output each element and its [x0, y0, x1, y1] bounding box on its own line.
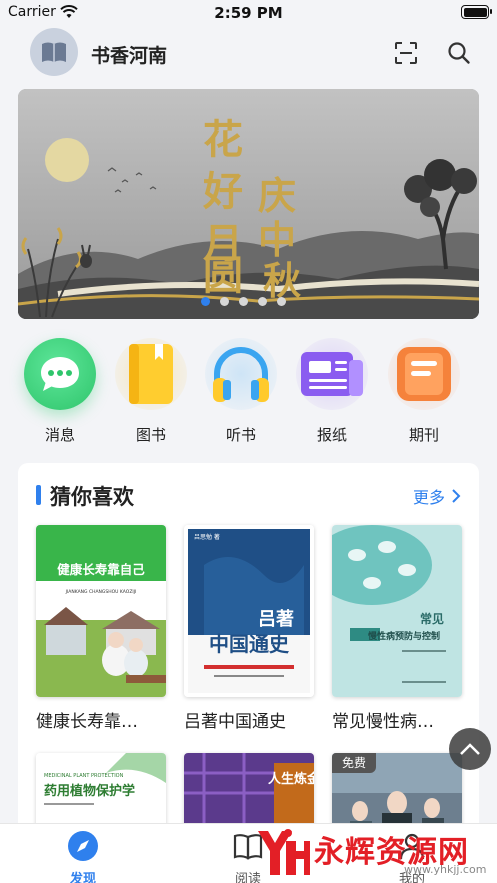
mid-autumn-banner-image: 花 好 月 圆 庆 中 秋	[18, 89, 479, 319]
book-title: 常见慢性病…	[332, 712, 434, 732]
book-title: 吕著中国通史	[184, 712, 286, 732]
banner-dot[interactable]	[201, 297, 210, 306]
category-label: 期刊	[408, 426, 439, 444]
book-icon	[129, 344, 173, 404]
chevron-right-icon	[452, 489, 461, 503]
scan-icon[interactable]	[394, 41, 418, 65]
recommend-section: 猜你喜欢 更多 健康长寿靠自己 JIANKANG CHANGSHOU KAOZI…	[18, 463, 479, 883]
newspaper-icon	[301, 352, 363, 396]
category-audiobooks[interactable]: 听书	[196, 330, 286, 445]
banner-carousel[interactable]: 花 好 月 圆 庆 中 秋	[18, 89, 479, 319]
banner-text-1: 花	[203, 116, 243, 163]
category-label: 听书	[225, 426, 256, 444]
banner-dot[interactable]	[258, 297, 267, 306]
category-label: 图书	[135, 426, 166, 444]
chevron-up-icon	[460, 743, 480, 755]
app-title: 书香河南	[91, 45, 168, 67]
more-label: 更多	[412, 488, 445, 507]
cover-title: 健康长寿靠自己	[57, 562, 145, 577]
book-cover[interactable]: 健康长寿靠自己 JIANKANG CHANGSHOU KAOZIJI	[36, 525, 166, 697]
book-item[interactable]: 吕思勉 著 吕著 中国通史 吕著中国通史	[184, 525, 314, 732]
book-item[interactable]: 健康长寿靠自己 JIANKANG CHANGSHOU KAOZIJI 健康长寿靠…	[36, 525, 166, 732]
banner-dot[interactable]	[220, 297, 229, 306]
battery-icon	[461, 5, 492, 19]
cover-title: 药用植物保护学	[44, 783, 135, 799]
more-link[interactable]: 更多	[413, 484, 461, 508]
book-item[interactable]: 常见 慢性病预防与控制 常见慢性病…	[332, 525, 462, 732]
section-accent-bar	[36, 485, 41, 505]
status-bar: Carrier 2:59 PM	[0, 0, 497, 26]
scroll-to-top-button[interactable]	[449, 728, 491, 770]
category-messages[interactable]: 消息	[15, 330, 105, 445]
tab-discover[interactable]: 发现	[43, 830, 123, 883]
watermark: 永辉资源网 www.yhkjj.com	[248, 823, 497, 883]
watermark-url: www.yhkjj.com	[404, 863, 487, 876]
cover-en: MEDICINAL PLANT PROTECTION	[44, 773, 124, 779]
header: 书香河南	[0, 26, 497, 82]
category-label: 消息	[44, 426, 75, 444]
category-row: 消息 图书 听书 报纸 期刊	[0, 330, 497, 450]
cover-title-top: 吕著	[258, 608, 294, 630]
cover-title-bottom: 中国通史	[209, 632, 290, 656]
book-cover[interactable]: 吕思勉 著 吕著 中国通史	[184, 525, 314, 697]
banner-dot[interactable]	[277, 297, 286, 306]
cover-title-top: 常见	[420, 611, 444, 626]
journal-icon	[397, 347, 451, 401]
compass-icon	[68, 831, 98, 861]
status-time: 2:59 PM	[214, 4, 283, 22]
avatar[interactable]	[30, 28, 78, 76]
banner-text-4: 圆	[203, 252, 243, 299]
category-journals[interactable]: 期刊	[379, 330, 469, 445]
search-icon[interactable]	[447, 41, 471, 65]
banner-text-5: 庆	[258, 173, 296, 218]
banner-text-6: 中	[258, 217, 296, 262]
category-books[interactable]: 图书	[106, 330, 196, 445]
cover-title-bottom: 慢性病预防与控制	[368, 630, 440, 642]
message-icon	[41, 357, 79, 391]
banner-pagination[interactable]	[201, 297, 286, 306]
category-label: 报纸	[316, 426, 347, 444]
cover-subtitle: JIANKANG CHANGSHOU KAOZIJI	[65, 589, 137, 595]
headphones-icon	[213, 347, 269, 402]
tab-label: 发现	[69, 872, 96, 883]
book-icon	[42, 42, 66, 62]
book-title: 健康长寿靠…	[36, 712, 138, 732]
watermark-logo-icon	[258, 829, 310, 875]
section-title: 猜你喜欢	[50, 485, 134, 509]
cover-title: 人生炼金	[268, 771, 314, 787]
cover-author: 吕思勉 著	[194, 533, 220, 541]
category-newspapers[interactable]: 报纸	[287, 330, 377, 445]
banner-text-2: 好	[202, 168, 243, 215]
book-cover[interactable]: 常见 慢性病预防与控制	[332, 525, 462, 697]
free-badge: 免费	[332, 753, 376, 773]
banner-dot[interactable]	[239, 297, 248, 306]
